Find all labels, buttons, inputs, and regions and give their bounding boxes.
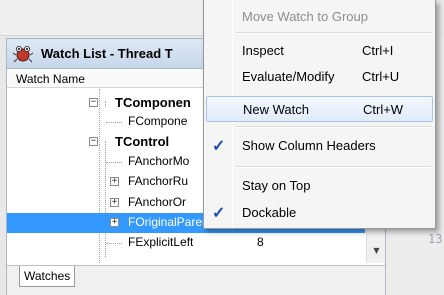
scroll-down-arrow-icon[interactable]: ▼ (367, 246, 386, 263)
watch-name: FAnchorMo (128, 154, 190, 168)
menu-separator (236, 126, 431, 128)
menu-item-label: Dockable (242, 205, 297, 220)
menu-item-stay-on-top[interactable]: Stay on Top (206, 173, 433, 199)
column-header-watch-name[interactable]: Watch Name (16, 72, 85, 86)
menu-item-label: Show Column Headers (242, 138, 376, 153)
collapse-icon[interactable]: − (89, 98, 98, 107)
menu-item-evaluate-modify[interactable]: Evaluate/Modify Ctrl+U (206, 64, 433, 90)
checkmark-icon: ✓ (212, 205, 226, 222)
watch-name: FAnchorOr (128, 195, 187, 209)
watch-row[interactable]: FExplicitLeft 8 (7, 233, 365, 253)
menu-item-move-watch-to-group[interactable]: Move Watch to Group (206, 4, 433, 30)
checkmark-icon: ✓ (212, 138, 226, 155)
menu-item-show-column-headers[interactable]: ✓ Show Column Headers (206, 133, 433, 159)
menu-item-shortcut: Ctrl+I (362, 43, 394, 58)
menu-item-label: Inspect (242, 43, 284, 58)
watch-value: 8 (257, 235, 264, 249)
menu-item-shortcut: Ctrl+U (362, 69, 400, 84)
menu-item-inspect[interactable]: Inspect Ctrl+I (206, 38, 433, 64)
context-menu: Move Watch to Group Inspect Ctrl+I Evaluate… (203, 0, 436, 229)
expand-icon[interactable]: + (110, 198, 119, 207)
menu-item-label: Move Watch to Group (242, 9, 368, 24)
line-number: 13 (428, 232, 443, 246)
watch-bug-icon (12, 46, 34, 63)
watch-name: FCompone (128, 114, 188, 128)
tree-guide-line (106, 243, 122, 244)
expand-icon[interactable]: + (110, 177, 119, 186)
watch-list-title: Watch List - Thread T (41, 46, 173, 61)
menu-item-shortcut: Ctrl+W (363, 102, 404, 117)
background-panel (0, 0, 206, 36)
menu-item-label: New Watch (243, 102, 309, 117)
menu-item-label: Evaluate/Modify (242, 69, 335, 84)
watch-name: TControl (115, 134, 170, 149)
watch-name: FExplicitLeft (128, 235, 194, 249)
collapse-icon[interactable]: − (89, 137, 98, 146)
menu-separator (236, 166, 431, 168)
menu-item-label: Stay on Top (242, 178, 311, 193)
tab-watches[interactable]: Watches (19, 266, 76, 287)
tree-guide-line (106, 122, 122, 123)
expand-icon[interactable]: + (110, 218, 119, 227)
menu-item-new-watch[interactable]: New Watch Ctrl+W (206, 96, 433, 122)
watch-name: TComponen (115, 95, 191, 110)
watch-name: FAnchorRu (128, 174, 189, 188)
tree-guide-line (106, 162, 122, 163)
menu-separator (236, 32, 431, 34)
menu-item-dockable[interactable]: ✓ Dockable (206, 200, 433, 226)
tab-strip: Watches (7, 265, 385, 295)
